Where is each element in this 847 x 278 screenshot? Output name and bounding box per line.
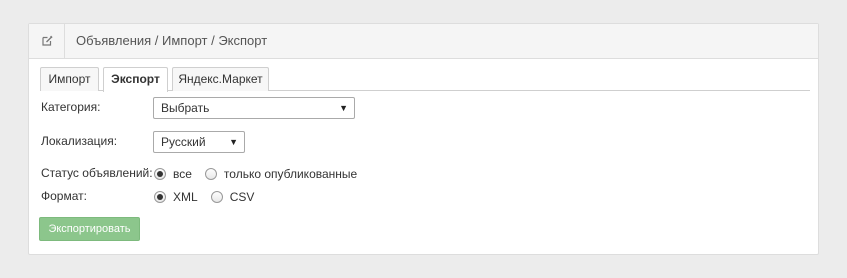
format-label: Формат:	[41, 189, 87, 203]
chevron-down-icon: ▼	[339, 103, 348, 113]
format-xml-label[interactable]: XML	[173, 190, 198, 204]
status-published-label[interactable]: только опубликованные	[224, 167, 357, 181]
category-select-value: Выбрать	[161, 101, 210, 115]
panel-header: Объявления / Импорт / Экспорт	[29, 24, 818, 59]
format-csv-label[interactable]: CSV	[230, 190, 255, 204]
locale-select[interactable]: Русский ▼	[153, 131, 245, 153]
chevron-down-icon: ▼	[229, 137, 238, 147]
format-csv-radio[interactable]	[210, 191, 223, 203]
status-radio-group: все только опубликованные	[154, 166, 370, 182]
category-select[interactable]: Выбрать ▼	[153, 97, 355, 119]
export-panel: Объявления / Импорт / Экспорт Импорт Экс…	[28, 23, 819, 255]
status-published-radio[interactable]	[204, 168, 217, 180]
locale-label: Локализация:	[41, 134, 118, 148]
format-xml-radio[interactable]	[154, 191, 166, 203]
format-radio-group: XML CSV	[154, 189, 267, 205]
locale-select-value: Русский	[161, 135, 206, 149]
tab-export[interactable]: Экспорт	[103, 67, 168, 92]
status-all-radio[interactable]	[154, 168, 166, 180]
edit-icon	[41, 35, 53, 46]
tab-yandex-market[interactable]: Яндекс.Маркет	[172, 67, 269, 91]
edit-icon-button[interactable]	[29, 24, 65, 58]
category-label: Категория:	[41, 100, 101, 114]
status-label: Статус объявлений:	[41, 166, 153, 180]
tab-bar: Импорт Экспорт Яндекс.Маркет	[40, 67, 810, 92]
page-title: Объявления / Импорт / Экспорт	[76, 33, 268, 48]
export-button[interactable]: Экспортировать	[39, 217, 140, 241]
tab-import[interactable]: Импорт	[40, 67, 99, 91]
status-all-label[interactable]: все	[173, 167, 192, 181]
